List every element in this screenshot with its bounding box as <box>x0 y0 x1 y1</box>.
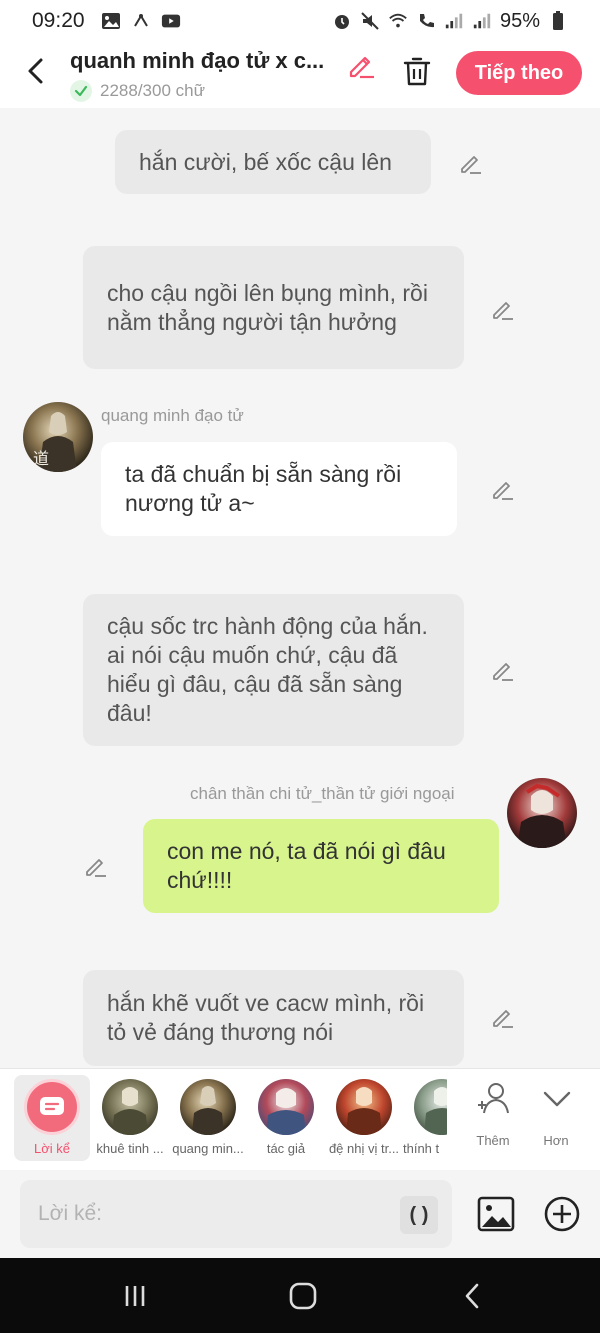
header: quanh minh đạo tử x c... 2288/300 chữ Ti… <box>0 42 600 108</box>
character-item[interactable]: tác giả <box>247 1075 325 1161</box>
character-avatar <box>180 1079 236 1135</box>
character-avatar <box>102 1079 158 1135</box>
pencil-icon <box>493 663 513 681</box>
edit-message-button[interactable] <box>490 657 516 683</box>
word-count-text: 2288/300 chữ <box>100 81 205 100</box>
character-item[interactable]: khuê tinh ... <box>91 1075 169 1161</box>
character-bubble[interactable]: ta đã chuẩn bị sẵn sàng rồi nương tử a~ <box>101 442 457 536</box>
character-label: quang min... <box>172 1141 244 1156</box>
character-bubble[interactable]: con me nó, ta đã nói gì đâu chứ!!!! <box>143 819 499 913</box>
pencil-icon <box>461 156 481 174</box>
usb-icon <box>131 11 151 31</box>
home-button[interactable] <box>283 1278 323 1314</box>
image-button[interactable] <box>476 1194 516 1234</box>
character-item[interactable]: quang min... <box>169 1075 247 1161</box>
parenthesis-button[interactable]: ( ) <box>400 1196 438 1234</box>
chat-area[interactable]: hắn cười, bế xốc cậu lên cho cậu ngồi lê… <box>0 108 600 1068</box>
youtube-icon <box>161 11 181 31</box>
character-avatar <box>258 1079 314 1135</box>
image-icon <box>477 1196 515 1232</box>
back-nav-button[interactable] <box>452 1278 492 1314</box>
narration-bubble[interactable]: cậu sốc trc hành động của hắn. ai nói cậ… <box>83 594 464 746</box>
alarm-icon <box>332 11 352 31</box>
character-avatar <box>414 1079 447 1135</box>
chevron-left-icon <box>28 58 43 84</box>
narration-bubble[interactable]: hắn cười, bế xốc cậu lên <box>115 130 431 194</box>
character-label: khuê tinh ... <box>96 1141 164 1156</box>
character-name: quang minh đạo tử <box>101 406 244 425</box>
pencil-icon <box>493 482 513 500</box>
edit-message-button[interactable] <box>490 296 516 322</box>
character-label: tác giả <box>266 1141 306 1156</box>
trash-icon <box>403 57 431 86</box>
pencil-icon <box>493 302 513 320</box>
chevron-down-icon <box>543 1091 571 1107</box>
edit-message-button[interactable] <box>490 1004 516 1030</box>
recent-apps-icon <box>125 1286 145 1306</box>
character-selector: Lời kể khuê tinh ... quang min... tác gi… <box>0 1068 600 1170</box>
narrator-selector[interactable]: Lời kể <box>14 1075 90 1161</box>
add-person-icon <box>478 1083 509 1114</box>
battery-icon <box>548 11 568 31</box>
call-icon <box>416 11 436 31</box>
wifi-icon <box>388 11 408 31</box>
back-arrow-icon <box>465 1283 479 1309</box>
next-button[interactable]: Tiếp theo <box>456 51 582 95</box>
status-time: 09:20 <box>32 9 85 32</box>
character-label: thính t <box>403 1141 440 1156</box>
status-bar: 09:20 95% <box>0 0 600 42</box>
signal-2-icon <box>472 11 492 31</box>
recent-apps-button[interactable] <box>115 1278 155 1314</box>
input-placeholder: Lời kể: <box>38 1202 102 1225</box>
character-name: chân thần chi tử_thần tử giới ngoại <box>190 784 455 803</box>
narrator-icon <box>24 1079 80 1135</box>
character-item[interactable]: đệ nhị vị tr... <box>325 1075 403 1161</box>
battery-percent: 95% <box>499 9 540 32</box>
more-label: Hơn <box>543 1133 569 1148</box>
narration-bubble[interactable]: hắn khẽ vuốt ve cacw mình, rồi tỏ vẻ đán… <box>83 970 464 1066</box>
more-button[interactable]: Hơn <box>526 1079 586 1159</box>
edit-message-button[interactable] <box>83 853 109 879</box>
pencil-icon <box>349 56 374 79</box>
gallery-icon <box>101 11 121 31</box>
word-count: 2288/300 chữ <box>70 80 205 102</box>
character-avatar[interactable] <box>507 778 577 848</box>
back-button[interactable] <box>18 54 52 88</box>
svg-text:道: 道 <box>33 449 49 468</box>
signal-icon <box>444 11 464 31</box>
character-label: đệ nhị vị tr... <box>328 1141 400 1156</box>
add-character-button[interactable]: Thêm <box>463 1079 523 1159</box>
home-icon <box>289 1282 317 1310</box>
system-nav-bar <box>0 1258 600 1333</box>
mute-icon <box>360 11 380 31</box>
character-avatar <box>336 1079 392 1135</box>
pencil-icon <box>86 859 106 877</box>
plus-circle-icon <box>544 1196 580 1232</box>
delete-button[interactable] <box>400 54 434 88</box>
page-title: quanh minh đạo tử x c... <box>70 48 325 73</box>
narration-bubble[interactable]: cho cậu ngồi lên bụng mình, rồi nằm thẳn… <box>83 246 464 369</box>
edit-title-button[interactable] <box>346 50 376 80</box>
pencil-icon <box>493 1010 513 1028</box>
add-character-label: Thêm <box>476 1133 510 1148</box>
edit-message-button[interactable] <box>458 150 484 176</box>
input-bar: Lời kể: ( ) <box>0 1170 600 1258</box>
check-icon <box>70 80 92 102</box>
message-input[interactable]: Lời kể: ( ) <box>20 1180 452 1248</box>
edit-message-button[interactable] <box>490 476 516 502</box>
character-avatar[interactable]: 道 <box>23 402 93 472</box>
add-button[interactable] <box>542 1194 582 1234</box>
narrator-label: Lời kể <box>34 1141 70 1156</box>
character-item[interactable]: thính t <box>403 1075 447 1161</box>
